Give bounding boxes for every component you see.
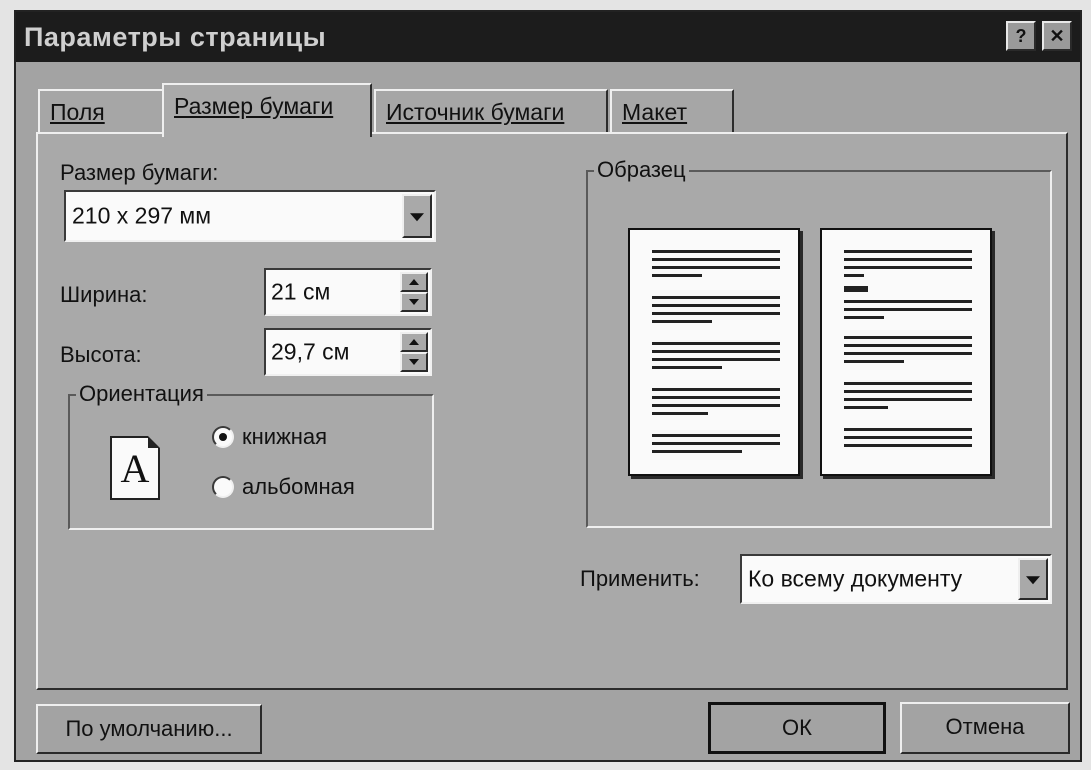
tab-layout[interactable]: Макет [610,89,734,135]
preview-group: Образец [586,157,1052,528]
default-button[interactable]: По умолчанию... [36,704,262,754]
width-up-icon[interactable] [400,272,428,292]
cancel-button[interactable]: Отмена [900,702,1070,754]
preview-left-page [628,228,800,476]
height-label: Высота: [60,342,142,367]
paper-size-value: 210 x 297 мм [72,202,212,229]
tab-label: Поля [50,99,105,125]
orientation-group: Ориентация A книжная альбомная [68,381,434,530]
height-up-icon[interactable] [400,332,428,352]
paper-size-select[interactable]: 210 x 297 мм [64,190,436,242]
orientation-legend: Ориентация [76,381,207,407]
width-spinner[interactable]: 21 см [264,268,432,316]
height-down-icon[interactable] [400,352,428,372]
title-bar: Параметры страницы ? ✕ [16,12,1080,62]
tab-paper-size[interactable]: Размер бумаги [162,83,372,137]
portrait-label[interactable]: книжная [242,424,327,450]
tab-paper-source[interactable]: Источник бумаги [374,89,608,135]
chevron-down-icon[interactable] [402,194,432,238]
chevron-down-icon[interactable] [1018,558,1048,600]
width-down-icon[interactable] [400,292,428,312]
ok-button[interactable]: ОК [708,702,886,754]
height-value: 29,7 см [271,338,350,365]
tab-label: Размер бумаги [174,93,334,119]
portrait-page-icon: A [110,436,160,500]
portrait-radio[interactable] [212,426,234,448]
preview-legend: Образец [594,157,689,183]
width-label: Ширина: [60,282,148,307]
width-value: 21 см [271,278,331,305]
tab-label: Источник бумаги [386,99,565,125]
height-spinner[interactable]: 29,7 см [264,328,432,376]
tab-margins[interactable]: Поля [38,89,166,135]
tab-label: Макет [622,99,688,125]
apply-to-select[interactable]: Ко всему документу [740,554,1052,604]
apply-value: Ко всему документу [748,565,963,592]
close-icon[interactable]: ✕ [1042,21,1072,51]
paper-size-panel: Размер бумаги: 210 x 297 мм Ширина: 21 с… [36,132,1068,690]
window-title: Параметры страницы [24,22,327,52]
landscape-radio[interactable] [212,476,234,498]
paper-size-label: Размер бумаги: [60,160,219,185]
apply-label: Применить: [580,566,700,591]
landscape-label[interactable]: альбомная [242,474,355,500]
help-icon[interactable]: ? [1006,21,1036,51]
page-setup-dialog: Параметры страницы ? ✕ Поля Размер бумаг… [14,10,1082,762]
preview-right-page [820,228,992,476]
